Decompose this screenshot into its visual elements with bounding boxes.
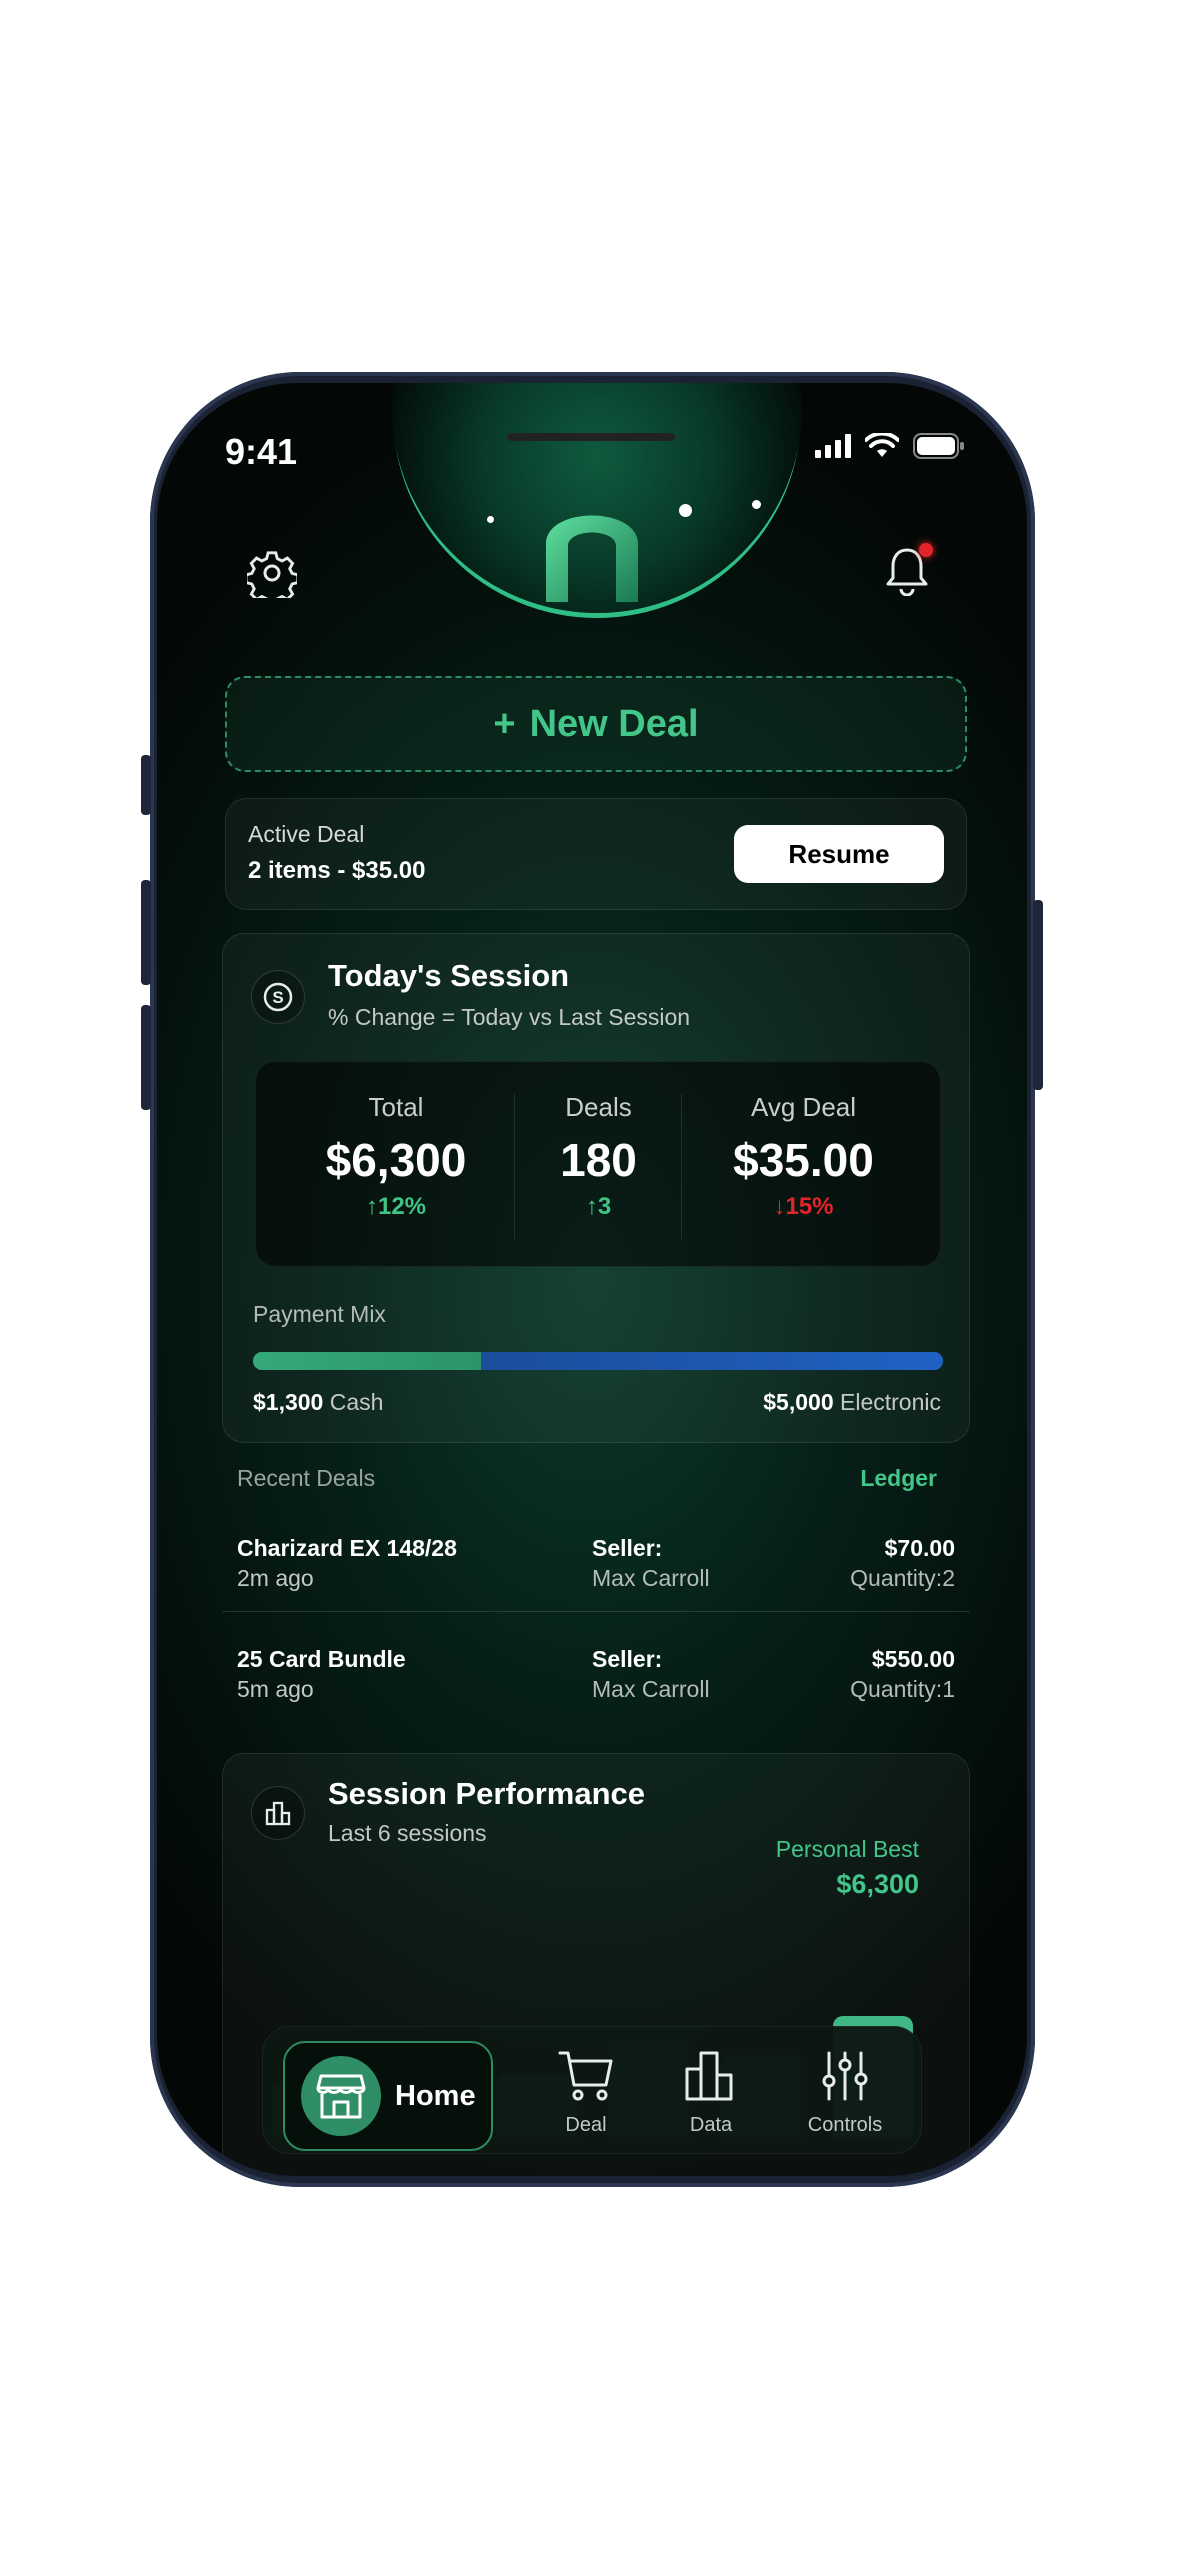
- payment-mix-electronic: $5,000 Electronic: [763, 1389, 941, 1416]
- seller-name: Max Carroll: [592, 1565, 710, 1591]
- deal-time: 2m ago: [237, 1565, 314, 1591]
- stat-label: Total: [368, 1092, 424, 1122]
- electronic-label: Electronic: [840, 1389, 941, 1415]
- row-divider: [222, 1611, 970, 1612]
- session-subtitle: % Change = Today vs Last Session: [328, 1004, 691, 1030]
- app-screen: 9:41 + New Deal Active Deal 2 items - $3…: [157, 383, 1027, 2176]
- bottom-nav: Home Deal Data Controls: [262, 2026, 922, 2154]
- nav-home-label: Home: [395, 2079, 476, 2112]
- bar-chart-icon: [685, 2051, 733, 2101]
- seller-name: Max Carroll: [592, 1676, 710, 1702]
- stat-value: $6,300: [325, 1134, 467, 1186]
- stat-deals: Deals 180 ↑3: [526, 1092, 671, 1221]
- notification-badge: [919, 543, 933, 557]
- seller-label: Seller:: [592, 1646, 663, 1672]
- store-icon: [301, 2056, 381, 2136]
- list-item[interactable]: Charizard EX 148/28 2m ago Seller: Max C…: [222, 1535, 970, 1647]
- personal-best-label: Personal Best: [775, 1836, 919, 1862]
- battery-icon: [913, 433, 964, 459]
- active-deal-label: Active Deal: [248, 821, 365, 847]
- status-time: 9:41: [225, 431, 298, 472]
- stat-divider: [681, 1094, 682, 1239]
- performance-subtitle: Last 6 sessions: [328, 1820, 487, 1846]
- deal-quantity: Quantity:1: [850, 1676, 955, 1702]
- resume-button[interactable]: Resume: [734, 825, 944, 883]
- power-button: [1033, 900, 1043, 1090]
- dollar-coin-icon: S: [251, 970, 305, 1024]
- electronic-amount: $5,000: [763, 1389, 834, 1415]
- nav-home-button[interactable]: Home: [283, 2041, 493, 2151]
- payment-mix-cash-fill: [253, 1352, 481, 1370]
- n-logo-icon: [546, 515, 638, 602]
- stat-value: 180: [560, 1134, 637, 1186]
- star-dot: [752, 500, 761, 509]
- payment-mix-electronic-fill: [480, 1352, 943, 1370]
- deal-name: Charizard EX 148/28: [237, 1535, 457, 1561]
- sliders-icon: [822, 2051, 868, 2101]
- deal-quantity: Quantity:2: [850, 1565, 955, 1591]
- wifi-icon: [865, 433, 899, 457]
- ledger-link[interactable]: Ledger: [860, 1465, 937, 1492]
- session-stats: Total $6,300 ↑12% Deals 180 ↑3 Avg Deal …: [255, 1061, 941, 1267]
- svg-text:S: S: [272, 988, 283, 1007]
- cellular-signal-icon: [815, 434, 851, 458]
- stat-label: Deals: [565, 1092, 632, 1122]
- stat-change: ↑12%: [365, 1193, 427, 1220]
- silent-switch: [141, 755, 151, 815]
- stat-value: $35.00: [733, 1134, 874, 1186]
- payment-mix-bar: [253, 1352, 943, 1370]
- performance-title: Session Performance: [328, 1776, 646, 1811]
- nav-controls-label: Controls: [807, 2114, 883, 2136]
- active-deal-card: Active Deal 2 items - $35.00 Resume: [225, 798, 967, 910]
- deal-price: $550.00: [871, 1646, 955, 1672]
- settings-button[interactable]: [242, 543, 302, 603]
- payment-mix-label: Payment Mix: [253, 1301, 386, 1327]
- stat-avg-deal: Avg Deal $35.00 ↓15%: [696, 1092, 911, 1221]
- stat-label: Avg Deal: [750, 1092, 857, 1122]
- deal-price: $70.00: [884, 1535, 955, 1561]
- speaker-grille: [507, 433, 675, 441]
- nav-data-button[interactable]: Data: [656, 2049, 766, 2137]
- new-deal-label: New Deal: [529, 702, 699, 745]
- building-chart-icon: [251, 1786, 305, 1840]
- nav-data-label: Data: [689, 2114, 733, 2136]
- deal-name: 25 Card Bundle: [237, 1646, 406, 1672]
- list-item[interactable]: 25 Card Bundle 5m ago Seller: Max Carrol…: [222, 1646, 970, 1758]
- star-dot: [679, 504, 692, 517]
- plus-icon: +: [493, 702, 516, 745]
- active-deal-value: 2 items - $35.00: [248, 857, 426, 884]
- cash-amount: $1,300: [253, 1389, 324, 1415]
- session-title: Today's Session: [328, 958, 570, 993]
- stat-change: ↓15%: [773, 1193, 834, 1220]
- personal-best-value: $6,300: [836, 1869, 919, 1899]
- gear-icon: [247, 551, 297, 598]
- recent-deals-heading: Recent Deals: [237, 1465, 376, 1491]
- cart-icon: [558, 2051, 613, 2101]
- stat-change: ↑3: [585, 1193, 612, 1220]
- star-dot: [487, 516, 494, 523]
- payment-mix-cash: $1,300 Cash: [253, 1389, 383, 1416]
- nav-deal-button[interactable]: Deal: [531, 2049, 641, 2137]
- new-deal-button[interactable]: + New Deal: [225, 676, 967, 772]
- volume-up-button: [141, 880, 151, 985]
- todays-session-card: S Today's Session % Change = Today vs La…: [222, 933, 970, 1443]
- stat-total: Total $6,300 ↑12%: [296, 1092, 496, 1221]
- seller-label: Seller:: [592, 1535, 663, 1561]
- nav-deal-label: Deal: [565, 2114, 607, 2136]
- volume-down-button: [141, 1005, 151, 1110]
- stat-divider: [514, 1094, 515, 1239]
- nav-controls-button[interactable]: Controls: [790, 2049, 900, 2137]
- cash-label: Cash: [329, 1389, 384, 1415]
- notifications-button[interactable]: [877, 541, 937, 601]
- status-icons: [815, 433, 965, 459]
- deal-time: 5m ago: [237, 1676, 314, 1702]
